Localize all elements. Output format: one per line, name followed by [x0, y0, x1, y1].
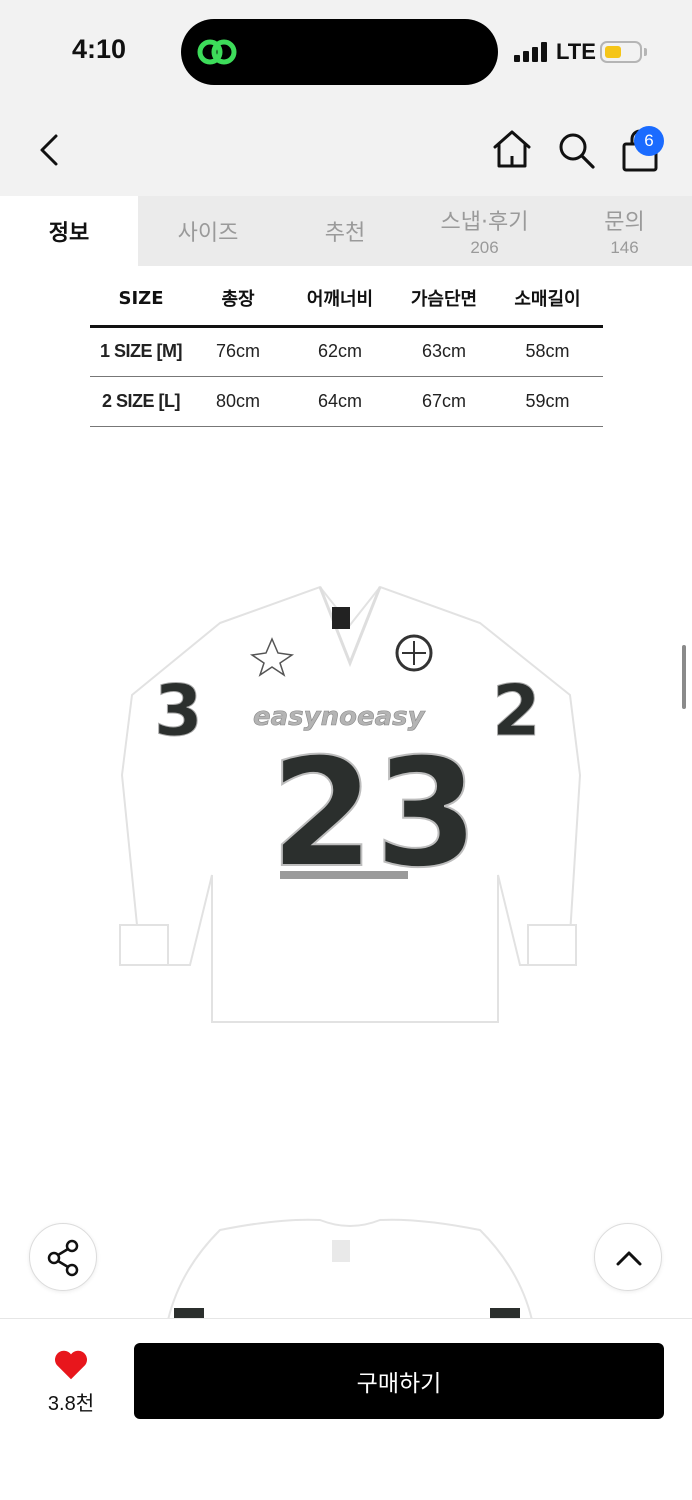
like-button[interactable]: 3.8천 [36, 1345, 106, 1415]
table-cell: 63cm [396, 326, 492, 377]
tab-label: 문의 [604, 210, 645, 235]
column-header: 소매길이 [492, 272, 603, 328]
network-label: LTE [556, 39, 596, 64]
product-image-back [166, 1218, 534, 1320]
column-header: 어깨너비 [284, 272, 396, 328]
chevron-left-icon[interactable] [32, 128, 68, 172]
scrollbar-thumb[interactable] [682, 645, 686, 709]
column-header: SIZE [90, 272, 192, 328]
cart-count-badge: 6 [634, 126, 664, 156]
table-row: 2 SIZE [L] 80cm 64cm 67cm 59cm [90, 376, 603, 427]
tab-label: 사이즈 [177, 221, 239, 246]
tab-label: 스냅·후기 [440, 210, 529, 235]
table-cell: 58cm [492, 326, 603, 377]
status-bar: 4:10 LTE [0, 0, 692, 100]
column-header: 총장 [192, 272, 284, 328]
tab-label: 추천 [324, 221, 366, 246]
table-cell: 1 SIZE [M] [90, 326, 192, 377]
tab-info[interactable]: 정보 [0, 196, 138, 266]
bottom-action-bar: 3.8천 구매하기 [0, 1318, 692, 1500]
tab-size[interactable]: 사이즈 [138, 196, 278, 266]
svg-text:3: 3 [154, 670, 203, 752]
battery-icon [600, 41, 642, 63]
top-nav [0, 100, 692, 196]
home-icon[interactable] [492, 128, 532, 170]
share-button[interactable] [29, 1223, 97, 1291]
svg-text:2: 2 [492, 670, 541, 752]
scroll-top-button[interactable] [594, 1223, 662, 1291]
table-cell: 62cm [284, 326, 396, 377]
status-time: 4:10 [72, 34, 127, 64]
tab-inquiry[interactable]: 문의 146 [557, 196, 692, 266]
column-header: 가슴단면 [396, 272, 492, 328]
buy-label: 구매하기 [356, 1371, 442, 1397]
tab-snap-review[interactable]: 스냅·후기 206 [412, 196, 557, 266]
share-icon [47, 1239, 79, 1277]
chevron-up-icon [616, 1251, 642, 1266]
size-table-header: SIZE 총장 어깨너비 가슴단면 소매길이 [90, 272, 603, 328]
table-cell: 2 SIZE [L] [90, 376, 192, 427]
battery-cap [644, 48, 647, 56]
product-image: 3 2 easynoeasy 23 [119, 585, 582, 1023]
like-count: 3.8천 [47, 1393, 95, 1415]
tab-label: 정보 [48, 221, 90, 246]
tab-count: 146 [610, 238, 639, 257]
table-cell: 80cm [192, 376, 284, 427]
table-cell: 59cm [492, 376, 603, 427]
table-cell: 67cm [396, 376, 492, 427]
table-cell: 64cm [284, 376, 396, 427]
tab-recommend[interactable]: 추천 [278, 196, 412, 266]
dynamic-island [181, 19, 498, 85]
table-cell: 76cm [192, 326, 284, 377]
buy-button[interactable]: 구매하기 [134, 1343, 664, 1419]
table-row: 1 SIZE [M] 76cm 62cm 63cm 58cm [90, 326, 603, 377]
tab-count: 206 [470, 238, 499, 257]
heart-icon [55, 1350, 87, 1380]
search-icon[interactable] [556, 130, 596, 170]
product-tabs: 정보 사이즈 추천 스냅·후기 206 문의 146 [0, 196, 692, 266]
link-icon [197, 39, 237, 65]
signal-icon [514, 42, 548, 62]
size-table: SIZE 총장 어깨너비 가슴단면 소매길이 1 SIZE [M] 76cm 6… [90, 272, 603, 427]
